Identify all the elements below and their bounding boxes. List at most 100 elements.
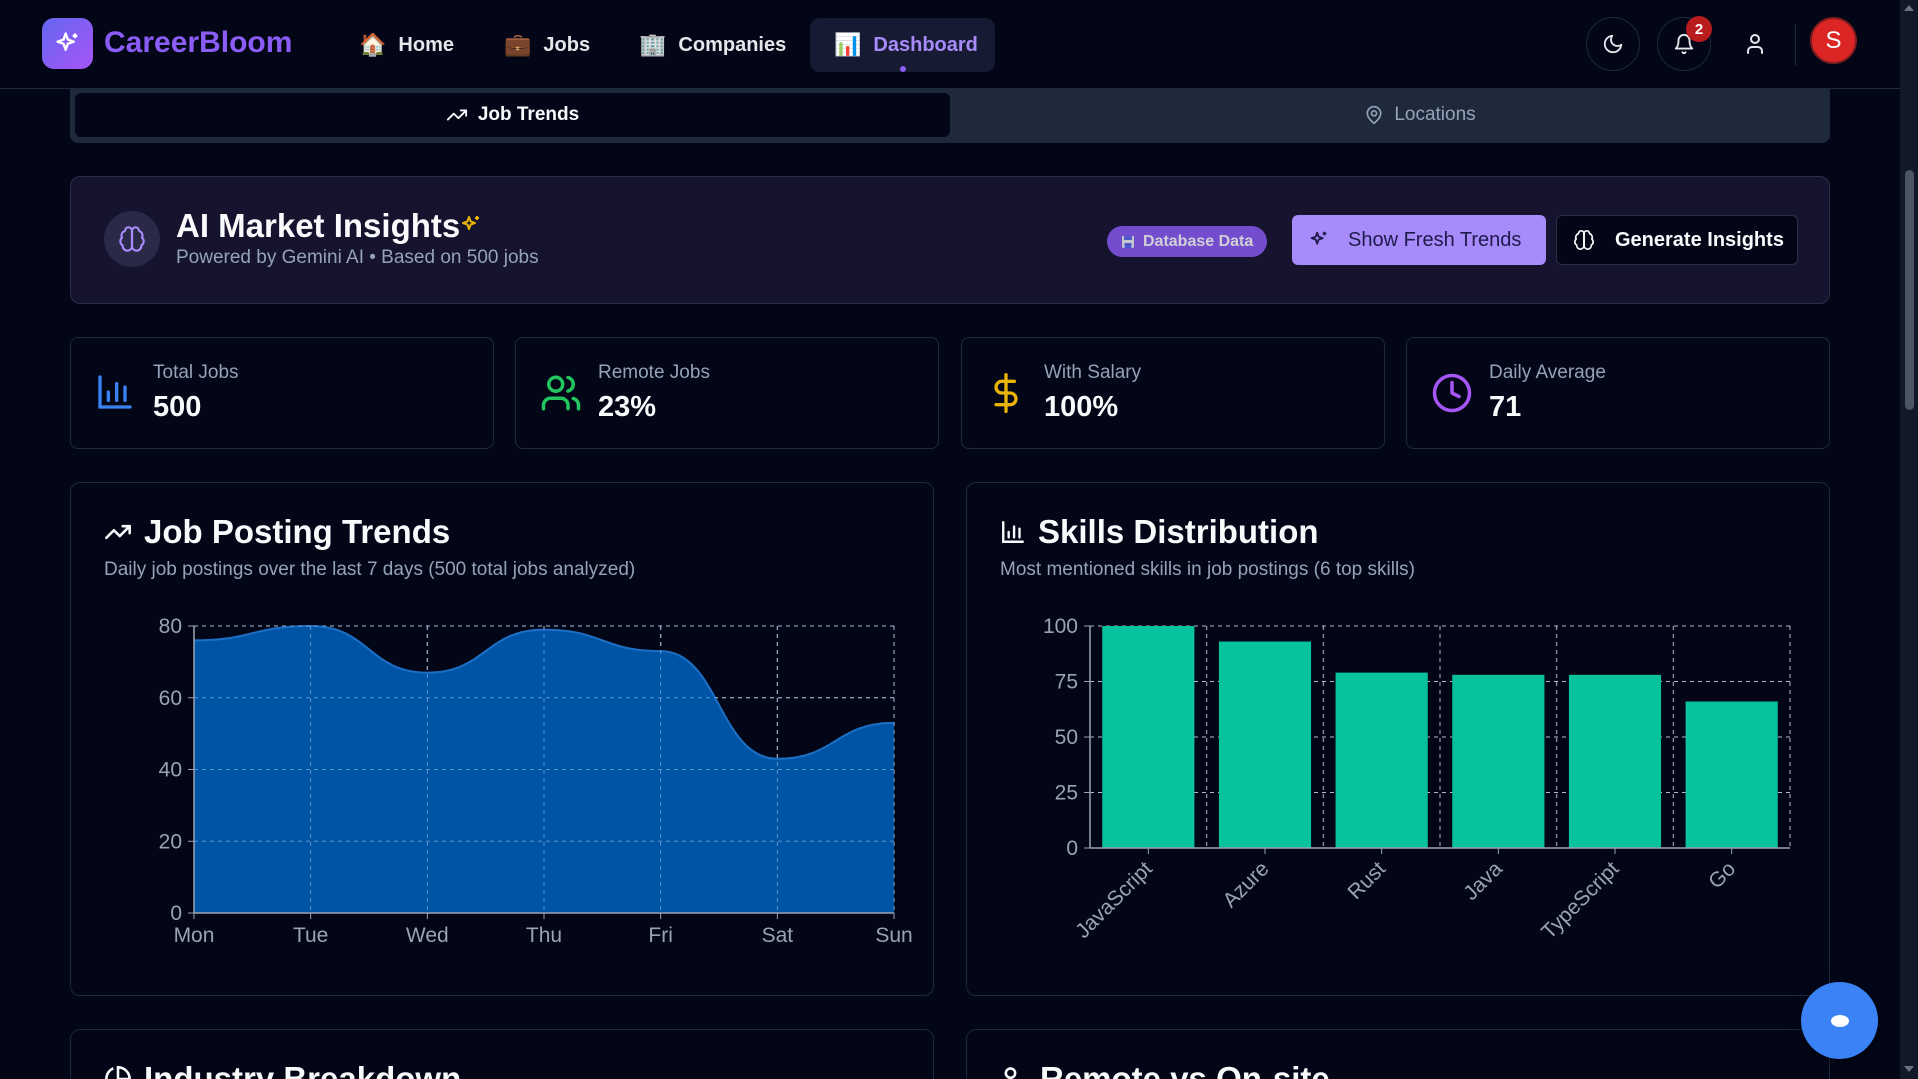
ai-insights-card: AI Market Insights Powered by Gemini AI … [70,176,1830,304]
nav-home-label: Home [398,33,454,56]
y-tick-label: 60 [159,687,182,710]
nav-divider [1795,24,1796,66]
skill-bar [1452,674,1545,848]
pie-chart-icon [105,1066,131,1079]
generate-insights-label: Generate Insights [1615,228,1784,251]
stat-label: With Salary [1044,362,1142,383]
notifications-button[interactable]: 2 [1657,16,1712,71]
x-tick-label: Tue [293,924,328,947]
user-icon [1747,34,1763,54]
chat-assistant-button[interactable] [1801,982,1878,1059]
show-fresh-trends-button[interactable]: Show Fresh Trends [1292,215,1546,265]
logo-sparkle-icon[interactable] [42,18,93,69]
building-icon: 🏢 [639,32,667,57]
brain-small-icon [1574,230,1594,250]
y-tick-label: 25 [1055,782,1078,805]
stat-card-remote-jobs: Remote Jobs 23% [515,337,939,449]
y-tick-label: 40 [159,759,182,782]
skill-bar [1568,674,1662,848]
stat-card-total-jobs: Total Jobs 500 [70,337,494,449]
y-tick-label: 20 [159,830,182,853]
active-indicator-dot [899,66,906,72]
theme-toggle-button[interactable] [1586,17,1640,71]
x-tick-label: Fri [648,924,673,947]
x-tick-label: Sat [762,924,794,947]
users-icon [1004,1067,1017,1079]
moon-icon [1603,34,1623,54]
x-tick-label: Rust [1343,857,1390,904]
nav-companies[interactable]: 🏢 Companies [615,18,810,72]
y-tick-label: 0 [170,902,182,925]
industry-title: Industry Breakdown [144,1060,462,1079]
y-tick-label: 75 [1055,671,1078,694]
x-tick-label: Wed [406,924,449,947]
stat-label: Total Jobs [153,362,239,383]
top-navbar: CareerBloom 🏠 Home 💼 Jobs 🏢 Companies 📊 … [0,0,1900,89]
skill-bar [1335,672,1428,848]
nav-home[interactable]: 🏠 Home [335,18,478,72]
ai-insights-subtitle: Powered by Gemini AI • Based on 500 jobs [176,247,539,268]
page-scrollbar[interactable] [1900,0,1918,1079]
x-tick-label: Azure [1218,857,1273,912]
stat-value: 100% [1044,391,1119,423]
scroll-thumb[interactable] [1905,170,1914,410]
bar-chart-icon [98,375,132,409]
brain-icon [104,211,160,267]
sparkles-icon [1310,231,1327,245]
nav-jobs[interactable]: 💼 Jobs [480,18,614,72]
remote-title: Remote vs On-site [1040,1060,1330,1079]
users-icon [541,375,581,411]
clock-icon [1432,373,1472,413]
nav-dashboard[interactable]: 📊 Dashboard [810,18,995,72]
chat-bubble-icon [1830,1014,1849,1027]
x-tick-label: Java [1459,857,1507,905]
nav-jobs-label: Jobs [543,33,591,56]
generate-insights-button[interactable]: Generate Insights [1556,215,1798,265]
avatar[interactable]: S [1810,17,1857,64]
stat-label: Daily Average [1489,362,1606,383]
y-tick-label: 0 [1066,837,1078,860]
skill-bar [1102,626,1195,848]
profile-button[interactable] [1728,17,1782,71]
x-tick-label: TypeScript [1537,857,1624,944]
floppy-disk-icon [1122,235,1134,248]
x-tick-label: JavaScript [1071,857,1157,943]
job-trends-area-chart: 0 20 40 60 80 Mon Tue Wed Thu Fri Sat Sun [159,615,913,947]
app-name[interactable]: CareerBloom [104,26,292,60]
trending-up-icon [446,109,467,121]
scroll-up-arrow-icon[interactable] [1904,5,1914,11]
stat-value: 500 [153,391,202,423]
dashboard-tabs: Job Trends Locations [70,89,1830,143]
nav-companies-label: Companies [678,33,787,56]
stat-card-with-salary: With Salary 100% [961,337,1385,449]
dollar-icon [994,373,1018,413]
nav-dashboard-label: Dashboard [873,33,978,56]
y-tick-label: 80 [159,615,182,638]
skills-distribution-card: Skills Distribution Most mentioned skill… [966,482,1830,996]
stat-label: Remote Jobs [598,362,710,383]
skills-bar-chart: 0 25 50 75 100 JavaScript Azure Rust Java TypeScr… [1043,615,1791,944]
y-tick-label: 50 [1055,726,1078,749]
home-icon: 🏠 [359,32,387,57]
x-tick-label: Mon [174,924,215,947]
x-tick-label: Sun [875,924,912,947]
skill-bar [1218,641,1312,848]
tab-locations[interactable]: Locations [1020,93,1820,137]
tab-job-trends-label: Job Trends [477,104,580,125]
stat-value: 23% [598,391,657,423]
tab-locations-label: Locations [1394,104,1476,125]
show-fresh-trends-label: Show Fresh Trends [1348,228,1522,251]
y-tick-label: 100 [1043,615,1078,638]
notification-count-badge: 2 [1686,16,1712,42]
stat-value: 71 [1489,391,1522,423]
ai-insights-title: AI Market Insights [176,207,461,244]
job-posting-trends-card: Job Posting Trends Daily job postings ov… [70,482,934,996]
scroll-down-arrow-icon[interactable] [1904,1066,1914,1072]
database-data-label: Database Data [1143,232,1254,250]
remote-vs-onsite-card: Remote vs On-site [966,1029,1830,1079]
database-data-badge: Database Data [1107,226,1268,257]
x-tick-label: Thu [526,924,562,947]
skill-bar [1685,701,1778,848]
tab-job-trends[interactable]: Job Trends [75,93,950,137]
industry-breakdown-card: Industry Breakdown [70,1029,934,1079]
